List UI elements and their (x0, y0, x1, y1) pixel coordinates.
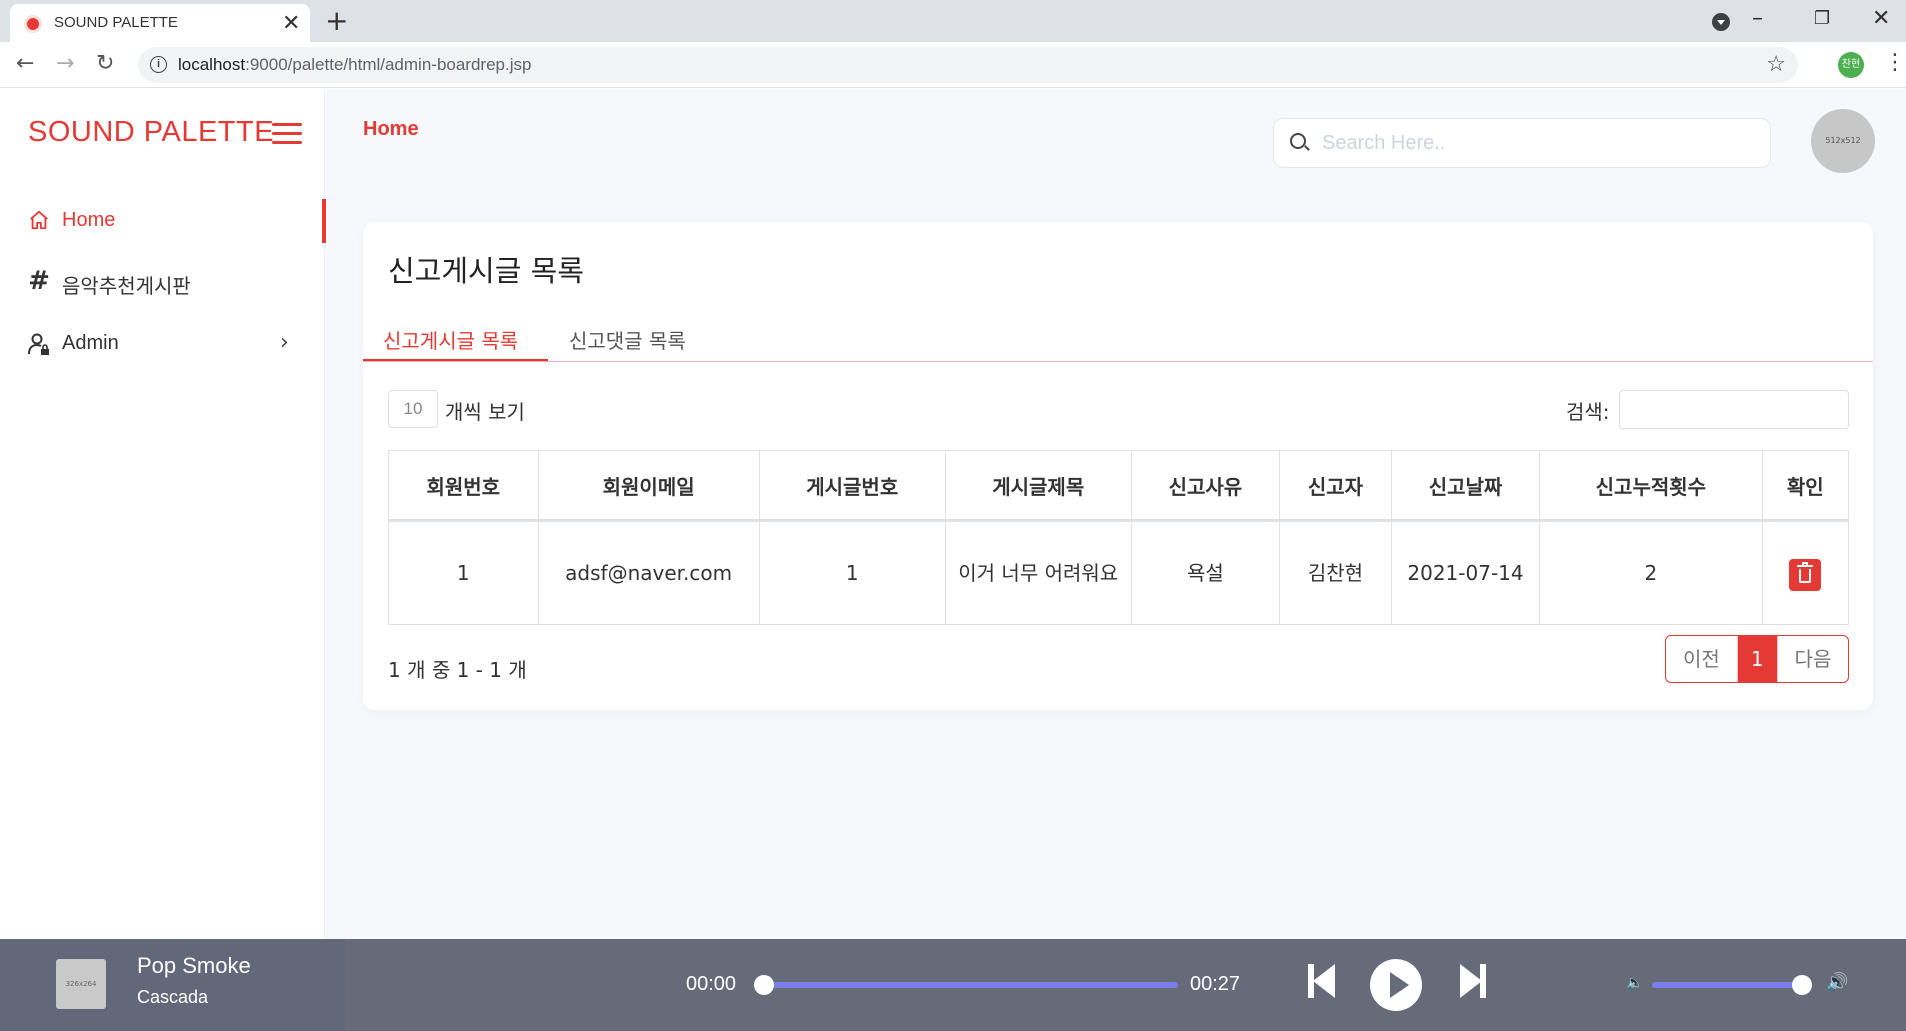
column-header[interactable]: 신고날짜 (1390, 450, 1541, 522)
reload-icon[interactable]: ↻ (96, 51, 114, 76)
chevron-right-icon: › (280, 330, 289, 355)
sidebar-item-label: Admin (62, 332, 119, 354)
search-box (1273, 118, 1771, 168)
forward-icon[interactable]: → (56, 51, 74, 76)
delete-button[interactable] (1789, 558, 1822, 591)
browser-menu-icon[interactable]: ⋮ (1884, 50, 1906, 75)
next-track-icon[interactable] (1458, 961, 1488, 1001)
volume-handle[interactable] (1792, 975, 1812, 995)
tab-title: SOUND PALETTE (54, 14, 178, 31)
top-header: Home 512x512 (326, 89, 1906, 181)
pagination: 이전 1 다음 (1665, 635, 1850, 683)
cell-post-title[interactable]: 이거 너무 어려워요 (944, 520, 1132, 625)
column-header[interactable]: 게시글번호 (758, 450, 946, 522)
search-icon (1290, 133, 1306, 149)
profile-avatar[interactable]: 찬현 (1838, 52, 1864, 78)
new-tab-icon[interactable]: + (325, 4, 348, 37)
volume-high-icon[interactable]: 🔊 (1826, 972, 1848, 993)
sidebar-item-label: 음악추천게시판 (62, 276, 191, 298)
table-info: 1 개 중 1 - 1 개 (388, 658, 527, 682)
info-icon[interactable]: i (150, 56, 167, 73)
volume-bar[interactable] (1652, 982, 1802, 988)
sidebar-item-label: Home (62, 209, 116, 231)
column-header[interactable]: 신고사유 (1130, 450, 1281, 522)
prev-page-button[interactable]: 이전 (1666, 636, 1738, 682)
page-button-1[interactable]: 1 (1737, 636, 1777, 682)
sidebar: SOUND PALETTE Home # 음악추천게시판 Admin › (0, 89, 326, 939)
url-text: localhost:9000/palette/html/admin-boardr… (178, 55, 532, 74)
sidebar-item-home[interactable]: Home (0, 199, 326, 243)
tab-reported-comments[interactable]: 신고댓글 목록 (569, 325, 686, 354)
avatar[interactable]: 512x512 (1811, 109, 1875, 173)
cell-post-no: 1 (758, 520, 946, 625)
brand-logo[interactable]: SOUND PALETTE (28, 116, 274, 149)
url-field[interactable]: i localhost:9000/palette/html/admin-boar… (138, 47, 1798, 83)
browser-tab[interactable]: SOUND PALETTE ✕ (10, 4, 310, 42)
progress-handle[interactable] (754, 975, 774, 995)
hamburger-menu-icon[interactable] (272, 123, 302, 147)
progress-bar[interactable] (762, 982, 1178, 988)
window-close-icon[interactable]: ✕ (1872, 6, 1890, 31)
browser-tab-bar: SOUND PALETTE ✕ + – ❐ ✕ (0, 0, 1906, 42)
cell-reason: 욕설 (1130, 520, 1281, 625)
cell-count: 2 (1539, 520, 1763, 625)
cell-email: adsf@naver.com (537, 520, 760, 625)
current-time: 00:00 (686, 973, 737, 995)
column-header[interactable]: 회원이메일 (537, 450, 760, 522)
filter-label: 검색: (1566, 400, 1610, 424)
bookmark-star-icon[interactable]: ☆ (1766, 52, 1786, 77)
column-header[interactable]: 회원번호 (388, 450, 539, 522)
play-icon[interactable] (1370, 959, 1422, 1011)
breadcrumb[interactable]: Home (363, 118, 419, 141)
restore-icon[interactable]: ❐ (1814, 8, 1830, 29)
page-title: 신고게시글 목록 (388, 254, 584, 288)
duration-time: 00:27 (1190, 973, 1241, 995)
page-length-select[interactable]: 10 (388, 390, 438, 428)
column-header[interactable]: 확인 (1761, 450, 1850, 522)
back-icon[interactable]: ← (16, 51, 34, 76)
cell-member-no: 1 (388, 520, 539, 625)
address-bar: ← → ↻ i localhost:9000/palette/html/admi… (0, 42, 1906, 88)
report-table: 회원번호 회원이메일 게시글번호 게시글제목 신고사유 신고자 신고날짜 신고누… (388, 450, 1850, 625)
track-title: Pop Smoke (137, 953, 251, 978)
cell-date: 2021-07-14 (1390, 520, 1541, 625)
hash-icon: # (28, 266, 50, 296)
close-tab-icon[interactable]: ✕ (282, 11, 300, 36)
sidebar-item-admin[interactable]: Admin › (0, 322, 325, 366)
next-page-button[interactable]: 다음 (1776, 636, 1849, 682)
column-header[interactable]: 게시글제목 (944, 450, 1132, 522)
sidebar-item-music-board[interactable]: # 음악추천게시판 (0, 260, 325, 304)
cell-action (1761, 520, 1850, 625)
home-icon (26, 207, 52, 233)
filter-input[interactable] (1619, 390, 1849, 429)
search-input[interactable] (1322, 129, 1742, 157)
volume-low-icon[interactable]: 🔈 (1626, 975, 1643, 991)
column-header[interactable]: 신고누적횟수 (1539, 450, 1763, 522)
page-length-label: 개씩 보기 (445, 400, 525, 424)
cell-reporter: 김찬현 (1279, 520, 1392, 625)
tab-reported-posts[interactable]: 신고게시글 목록 (383, 325, 518, 354)
table-header-row: 회원번호 회원이메일 게시글번호 게시글제목 신고사유 신고자 신고날짜 신고누… (388, 450, 1850, 522)
album-thumbnail: 326x264 (56, 959, 106, 1009)
report-card: 신고게시글 목록 신고게시글 목록 신고댓글 목록 10 개씩 보기 검색: 회… (363, 222, 1873, 710)
tab-bar: 신고게시글 목록 신고댓글 목록 (363, 317, 1873, 362)
minimize-icon[interactable]: – (1752, 6, 1763, 31)
user-lock-icon (26, 330, 52, 356)
tab-search-icon[interactable] (1712, 13, 1730, 31)
tab-active-underline (363, 359, 548, 361)
favicon-icon (24, 15, 42, 33)
table-row: 1 adsf@naver.com 1 이거 너무 어려워요 욕설 김찬현 202… (388, 520, 1850, 625)
track-artist: Cascada (137, 987, 209, 1007)
music-player: 326x264 Pop Smoke Cascada 00:00 00:27 🔈 … (0, 939, 1906, 1031)
column-header[interactable]: 신고자 (1279, 450, 1392, 522)
previous-track-icon[interactable] (1308, 961, 1338, 1001)
